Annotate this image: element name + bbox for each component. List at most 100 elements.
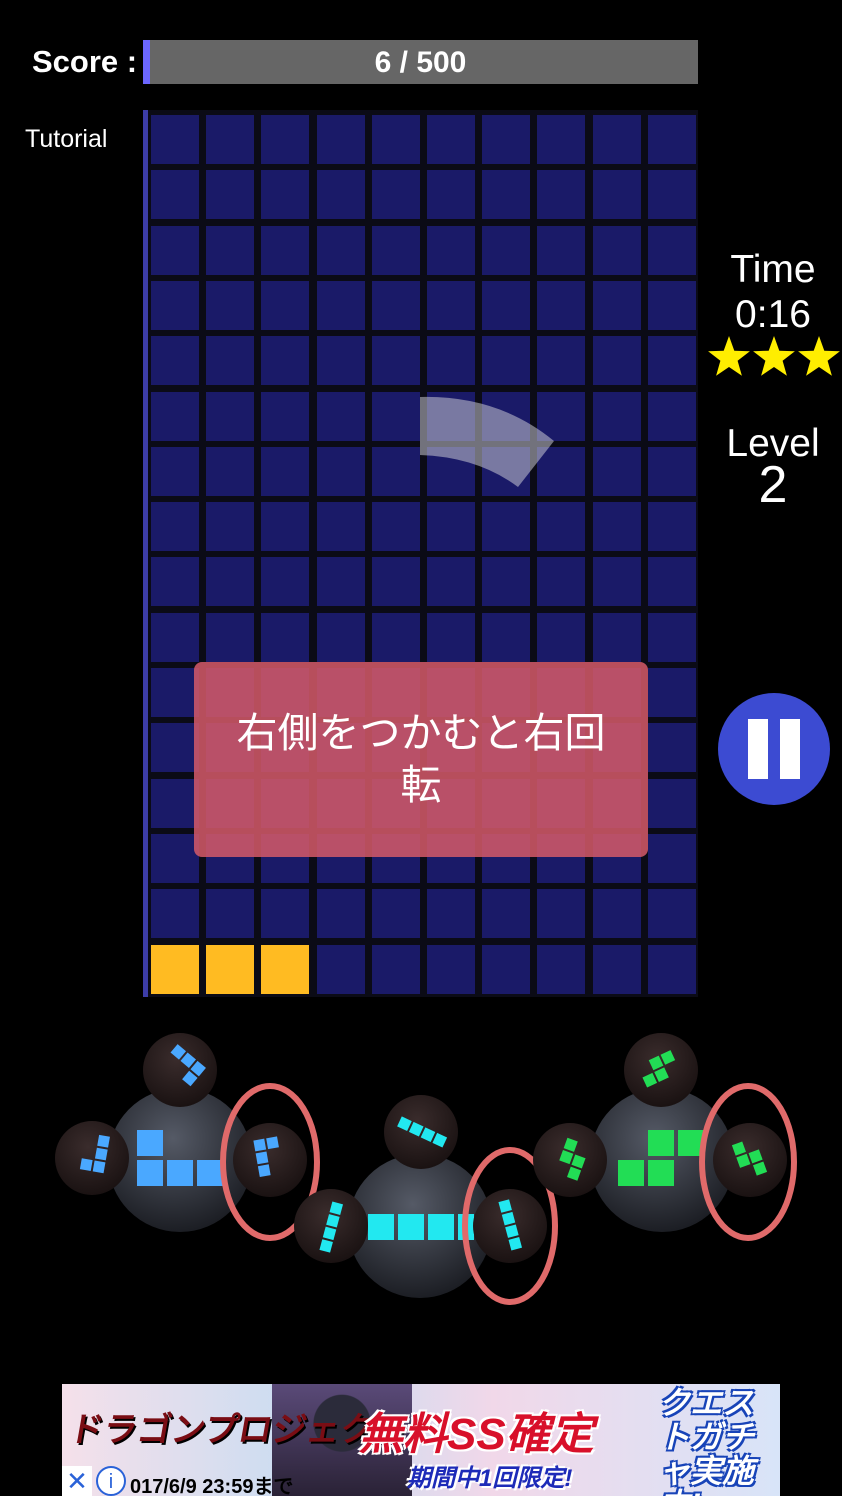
info-icon[interactable]: i [96, 1466, 126, 1496]
board-cell [206, 170, 255, 220]
board-cell [261, 336, 310, 386]
rotate-knob-right[interactable] [473, 1189, 547, 1263]
board-cell [371, 502, 420, 552]
board-cell [206, 557, 255, 607]
board-cell [316, 170, 365, 220]
board-cell [647, 668, 696, 717]
board-cell [427, 612, 475, 662]
board-cell [261, 391, 310, 441]
board-cell [261, 280, 310, 330]
score-label: Score : [32, 44, 138, 79]
board-cell [316, 557, 365, 607]
board-cell [592, 612, 641, 662]
board-cell [427, 115, 475, 164]
board-cell [151, 336, 199, 386]
board-cell [206, 115, 255, 164]
board-cell [592, 889, 641, 939]
board-cell [316, 612, 365, 662]
board-cell [647, 778, 696, 828]
board-cell [647, 446, 696, 496]
board-cell [592, 280, 641, 330]
ad-subheadline: 期間中1回限定! [407, 1465, 573, 1492]
board-cell [206, 502, 255, 552]
board-cell [482, 336, 531, 386]
rotate-knob-top[interactable] [384, 1095, 458, 1169]
board-cell [151, 115, 199, 164]
board-cell [151, 833, 199, 883]
pause-button[interactable] [718, 693, 830, 805]
star-rating [708, 336, 840, 376]
board-cell [592, 557, 641, 607]
board-cell [537, 944, 586, 994]
game-board[interactable] [143, 110, 698, 997]
board-cell [537, 889, 586, 939]
score-text: 6 / 500 [374, 46, 467, 79]
time-label: Time [730, 248, 816, 291]
ad-banner[interactable]: ドラゴンプロジェクト 無料SS確定 期間中1回限定! クエストガチャ実施中! ✕… [62, 1384, 780, 1496]
close-icon[interactable]: ✕ [62, 1466, 92, 1496]
board-cell [427, 280, 475, 330]
piece-group-s[interactable] [533, 1033, 797, 1241]
tutorial-toast-text: 右側をつかむと右回 転 [214, 707, 628, 811]
ad-date: 017/6/9 23:59まで [130, 1476, 294, 1496]
swipe-hint-arrow [420, 396, 554, 487]
board-cell [206, 889, 255, 939]
board-cell [206, 225, 255, 275]
board-cell [151, 668, 199, 717]
board-cell [482, 944, 531, 994]
board-cell [427, 557, 475, 607]
time-value: 0:16 [735, 293, 811, 336]
board-cell [151, 723, 199, 773]
board-cell [647, 612, 696, 662]
rotate-knob-top[interactable] [143, 1033, 217, 1107]
board-cell [316, 391, 365, 441]
board-cell [427, 225, 475, 275]
rotate-knob-left[interactable] [55, 1121, 129, 1195]
board-cell [482, 612, 531, 662]
rotate-knob-right[interactable] [713, 1123, 787, 1197]
rotate-knob-left[interactable] [533, 1123, 607, 1197]
ad-headline: 無料SS確定 [359, 1410, 594, 1459]
board-cell [647, 170, 696, 220]
board-cell [371, 280, 420, 330]
board-cell [537, 336, 586, 386]
board-cell [537, 557, 586, 607]
board-cell [482, 280, 531, 330]
board-cell [261, 170, 310, 220]
board-cell [371, 944, 420, 994]
board-cell [316, 502, 365, 552]
board-cell [261, 446, 310, 496]
board-cell [482, 557, 531, 607]
board-cell [427, 170, 475, 220]
board-cell [206, 391, 255, 441]
board-cell [371, 612, 420, 662]
rotate-knob-right[interactable] [233, 1123, 307, 1197]
rotate-knob-top[interactable] [624, 1033, 698, 1107]
board-cell [206, 336, 255, 386]
board-cell [537, 225, 586, 275]
rotate-knob-left[interactable] [294, 1189, 368, 1263]
board-cell [261, 115, 310, 164]
board-cell [537, 280, 586, 330]
board-cell [592, 944, 641, 994]
board-cell [316, 336, 365, 386]
board-cell [647, 557, 696, 607]
board-cell [151, 557, 199, 607]
board-cell [647, 889, 696, 939]
star-icon [798, 336, 840, 376]
board-cell [592, 115, 641, 164]
board-cell [151, 280, 199, 330]
piece-group-j[interactable] [55, 1033, 320, 1241]
board-cell [482, 225, 531, 275]
board-cell [151, 612, 199, 662]
star-icon [753, 336, 795, 376]
board-cell [261, 944, 310, 994]
piece-group-i[interactable] [294, 1095, 558, 1305]
board-cell [537, 612, 586, 662]
board-cell [206, 612, 255, 662]
board-cell [427, 944, 475, 994]
board-cell [647, 115, 696, 164]
board-cell [371, 170, 420, 220]
score-bar: 6 / 500 [143, 40, 698, 84]
board-cell [371, 225, 420, 275]
